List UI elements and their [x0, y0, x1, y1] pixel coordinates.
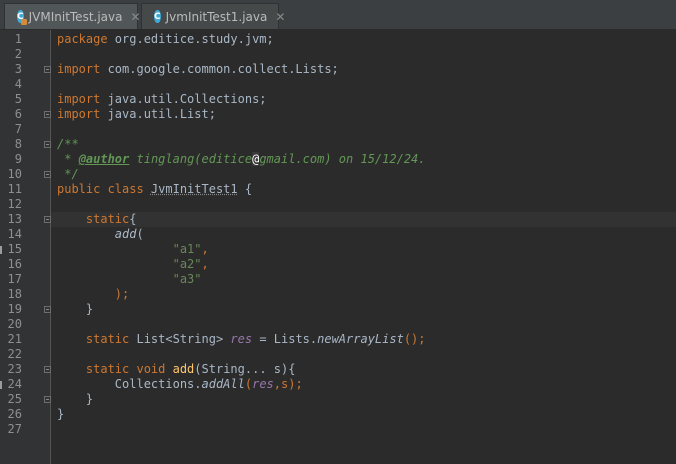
code-line-16: "a2",	[172, 257, 209, 271]
code-line-1: package org.editice.study.jvm;	[57, 32, 274, 46]
line-number: 1	[14, 32, 22, 46]
fold-toggle-icon[interactable]	[44, 66, 51, 73]
tab-jvminittest1[interactable]: C JvmInitTest1.java ✕	[141, 3, 285, 29]
current-line-highlight	[51, 212, 676, 227]
line-number: 16	[7, 257, 22, 271]
code-line-9: * @author tinglang(editice@gmail.com) on…	[57, 152, 426, 166]
code-line-11: public class JvmInitTest1 {	[57, 182, 253, 196]
line-number: 2	[14, 47, 22, 61]
line-number: 20	[7, 317, 22, 331]
line-number: 8	[14, 137, 22, 151]
fold-toggle-icon[interactable]	[44, 216, 51, 223]
code-line-18: );	[114, 287, 130, 301]
tab-label: JvmInitTest1.java	[165, 9, 268, 24]
code-line-14: add(	[114, 227, 144, 241]
fold-toggle-icon[interactable]	[44, 171, 51, 178]
code-line-23: static void add(String... s){	[85, 362, 296, 376]
line-number: 27	[7, 422, 22, 436]
code-line-13: static{	[85, 212, 137, 226]
line-number: 10	[7, 167, 22, 181]
tab-jvminittest[interactable]: C JVMInitTest.java ✕	[4, 3, 141, 29]
code-line-6: import java.util.List;	[57, 107, 216, 121]
gutter-marker	[0, 246, 2, 254]
line-number: 23	[7, 362, 22, 376]
line-number: 25	[7, 392, 22, 406]
line-number: 26	[7, 407, 22, 421]
line-number: 18	[7, 287, 22, 301]
fold-toggle-icon[interactable]	[44, 111, 51, 118]
fold-toggle-icon[interactable]	[44, 366, 51, 373]
code-line-19: }	[85, 302, 94, 316]
line-number: 12	[7, 197, 22, 211]
close-icon[interactable]: ✕	[130, 10, 140, 24]
class-icon: C	[17, 10, 27, 25]
code-line-10: */	[57, 167, 79, 181]
fold-toggle-icon[interactable]	[44, 141, 51, 148]
code-line-5: import java.util.Collections;	[57, 92, 267, 106]
code-line-17: "a3"	[172, 272, 202, 286]
fold-toggle-icon[interactable]	[44, 306, 51, 313]
line-number: 11	[7, 182, 22, 196]
code-line-8: /**	[57, 137, 79, 151]
line-number: 24	[7, 377, 22, 391]
code-line-26: }	[57, 407, 65, 421]
gutter-marker	[0, 381, 2, 389]
editor-tab-bar: C JVMInitTest.java ✕ C JvmInitTest1.java…	[0, 0, 676, 30]
line-number: 7	[14, 122, 22, 136]
tab-label: JVMInitTest.java	[28, 9, 123, 24]
line-number: 5	[14, 92, 22, 106]
code-editor[interactable]: package org.editice.study.jvm; import co…	[51, 30, 676, 464]
code-line-15: "a1",	[172, 242, 209, 256]
line-number: 14	[7, 227, 22, 241]
line-number-gutter[interactable]: 1 2 3 4 5 6 7 8 9 10 11 12 13 14 15 16 1…	[0, 30, 51, 464]
line-number: 17	[7, 272, 22, 286]
line-number: 22	[7, 347, 22, 361]
line-number: 6	[14, 107, 22, 121]
fold-toggle-icon[interactable]	[44, 396, 51, 403]
code-line-25: }	[85, 392, 94, 406]
line-number: 9	[14, 152, 22, 166]
code-line-3: import com.google.common.collect.Lists;	[57, 62, 339, 76]
line-number: 21	[7, 332, 22, 346]
class-icon: C	[154, 10, 161, 23]
code-line-21: static List<String> res = Lists.newArray…	[85, 332, 426, 346]
line-number: 19	[7, 302, 22, 316]
line-number: 4	[14, 77, 22, 91]
line-number: 3	[14, 62, 22, 76]
close-icon[interactable]: ✕	[275, 10, 285, 24]
line-number: 15	[7, 242, 22, 256]
code-line-24: Collections.addAll(res,s);	[114, 377, 303, 391]
line-number: 13	[7, 212, 22, 226]
